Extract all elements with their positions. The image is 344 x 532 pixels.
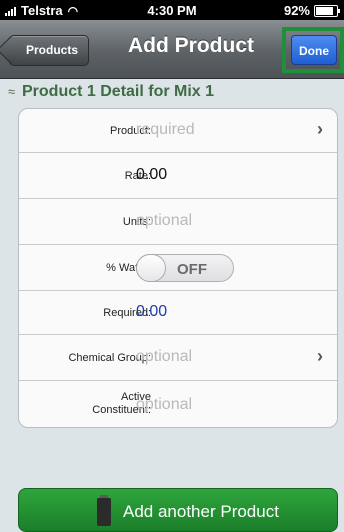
units-row[interactable]: Units: optional bbox=[19, 199, 337, 245]
toggle-state: OFF bbox=[177, 261, 207, 278]
status-bar: Telstra ◠ 4:30 PM 92% bbox=[0, 0, 344, 20]
section-title: Product 1 Detail for Mix 1 bbox=[22, 83, 215, 100]
toggle-knob[interactable] bbox=[136, 254, 166, 282]
required-value: 0.00 bbox=[136, 303, 168, 320]
back-button-products[interactable]: Products bbox=[9, 35, 90, 66]
back-button-label: Products bbox=[26, 43, 79, 57]
navigation-bar: Products Add Product Done bbox=[0, 20, 344, 79]
chemical-group-row[interactable]: Chemical Group: optional › bbox=[19, 335, 337, 381]
rate-field[interactable]: 0.00 bbox=[136, 166, 167, 184]
product-field[interactable]: required bbox=[136, 121, 195, 139]
add-product-label: Add another Product bbox=[123, 502, 279, 521]
section-header[interactable]: ≈ Product 1 Detail for Mix 1 bbox=[0, 82, 344, 104]
chemical-group-field[interactable]: optional bbox=[136, 348, 192, 366]
battery-group: 92% bbox=[283, 3, 340, 18]
page-title: Add Product bbox=[128, 34, 254, 57]
add-another-product-button[interactable]: Add another Product bbox=[18, 488, 338, 532]
battery-percent: 92% bbox=[283, 3, 310, 18]
done-button[interactable]: Done bbox=[291, 35, 337, 65]
rate-row[interactable]: Rate: 0.00 bbox=[19, 153, 337, 199]
product-detail-form: Product: required › Rate: 0.00 Units: op… bbox=[18, 108, 338, 428]
battery-icon bbox=[314, 4, 340, 17]
required-row: Required: 0.00 bbox=[19, 291, 337, 335]
units-field[interactable]: optional bbox=[136, 212, 192, 230]
collapse-up-icon[interactable]: ≈ bbox=[8, 84, 15, 99]
active-constituent-row[interactable]: Active Constituent: optional bbox=[19, 381, 337, 427]
chevron-right-icon: › bbox=[317, 346, 323, 366]
chevron-right-icon: › bbox=[317, 119, 323, 139]
active-constituent-field[interactable]: optional bbox=[136, 396, 192, 414]
water-row[interactable]: % Water: OFF bbox=[19, 245, 337, 291]
product-row[interactable]: Product: required › bbox=[19, 109, 337, 153]
chemical-can-icon bbox=[97, 495, 111, 526]
water-toggle[interactable]: OFF bbox=[136, 254, 234, 282]
